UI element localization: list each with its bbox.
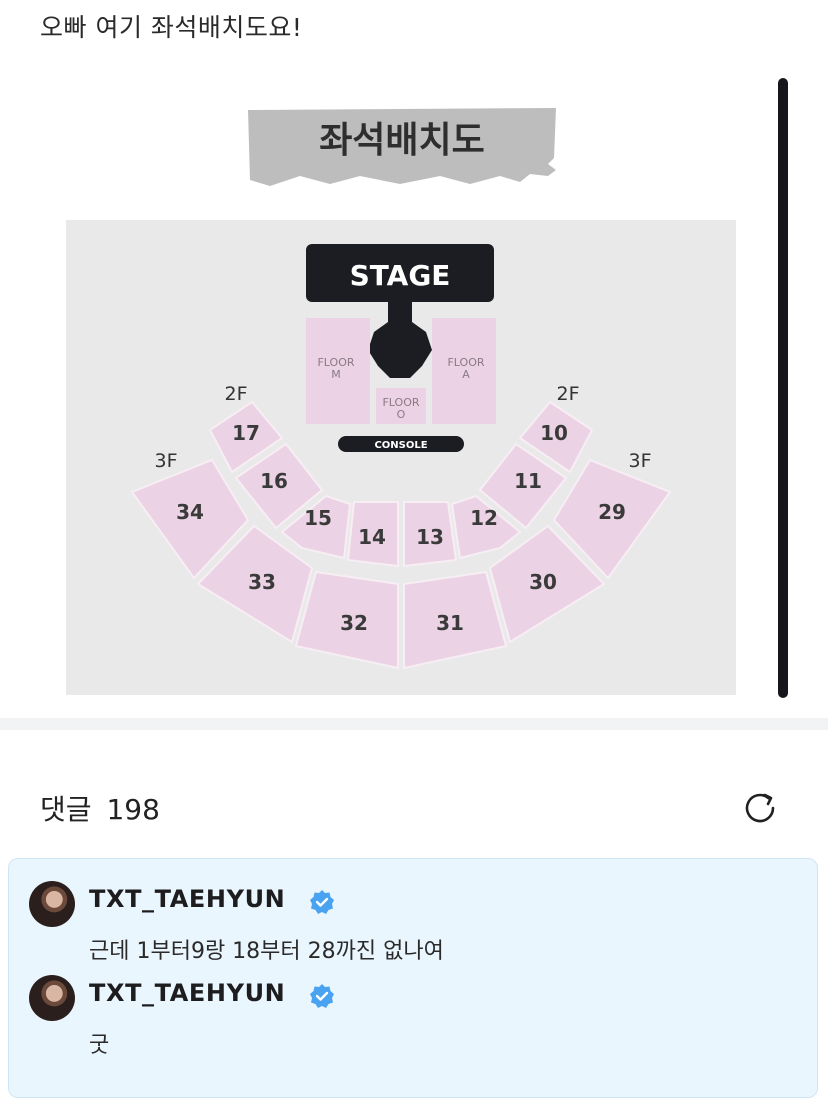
chart-title: 좌석배치도 [319, 120, 485, 161]
comment-text: 근데 1부터9랑 18부터 28까진 없나여 [89, 939, 444, 964]
comment-item: TXT_TAEHYUN 굿 [29, 975, 789, 1065]
comments-count: 198 [106, 793, 160, 826]
stage-label: STAGE [350, 259, 451, 292]
section-12-label: 12 [470, 506, 498, 530]
comment-username[interactable]: TXT_TAEHYUN [89, 979, 285, 1007]
section-13-label: 13 [416, 525, 444, 549]
comments-list: TXT_TAEHYUN 근데 1부터9랑 18부터 28까진 없나여 TXT_T… [8, 858, 818, 1098]
section-14-label: 14 [358, 525, 386, 549]
avatar[interactable] [29, 881, 75, 927]
floor-a-label-2: A [462, 368, 470, 381]
section-33-label: 33 [248, 570, 276, 594]
floor-m-label-2: M [331, 368, 341, 381]
scroll-indicator[interactable] [778, 78, 788, 698]
section-separator [0, 718, 828, 730]
post-text: 오빠 여기 좌석배치도요! [40, 13, 303, 42]
seating-chart-image: 좌석배치도 STAGE FLOOR M FLOOR A FLOOR O CONS… [66, 108, 736, 695]
comment-text: 굿 [89, 1033, 110, 1058]
section-10-label: 10 [540, 421, 568, 445]
section-32-label: 32 [340, 611, 368, 635]
comment-item: TXT_TAEHYUN 근데 1부터9랑 18부터 28까진 없나여 [29, 881, 789, 971]
level-label-3f-left: 3F [154, 450, 177, 472]
floor-o-label-2: O [397, 408, 406, 421]
section-31-label: 31 [436, 611, 464, 635]
section-16-label: 16 [260, 469, 288, 493]
verified-badge-icon [310, 984, 334, 1008]
refresh-button[interactable] [740, 788, 780, 828]
verified-badge-icon [310, 890, 334, 914]
section-30-label: 30 [529, 570, 557, 594]
console-label: CONSOLE [374, 440, 427, 451]
level-label-2f-left: 2F [224, 383, 247, 405]
refresh-icon [745, 793, 775, 823]
section-34-label: 34 [176, 500, 204, 524]
level-label-3f-right: 3F [628, 450, 651, 472]
section-15-label: 15 [304, 506, 332, 530]
section-11-label: 11 [514, 469, 542, 493]
comment-username[interactable]: TXT_TAEHYUN [89, 885, 285, 913]
avatar[interactable] [29, 975, 75, 1021]
comments-header: 댓글 198 [40, 788, 160, 828]
level-label-2f-right: 2F [556, 383, 579, 405]
section-29-label: 29 [598, 500, 626, 524]
comments-label: 댓글 [40, 793, 92, 826]
section-17-label: 17 [232, 421, 260, 445]
